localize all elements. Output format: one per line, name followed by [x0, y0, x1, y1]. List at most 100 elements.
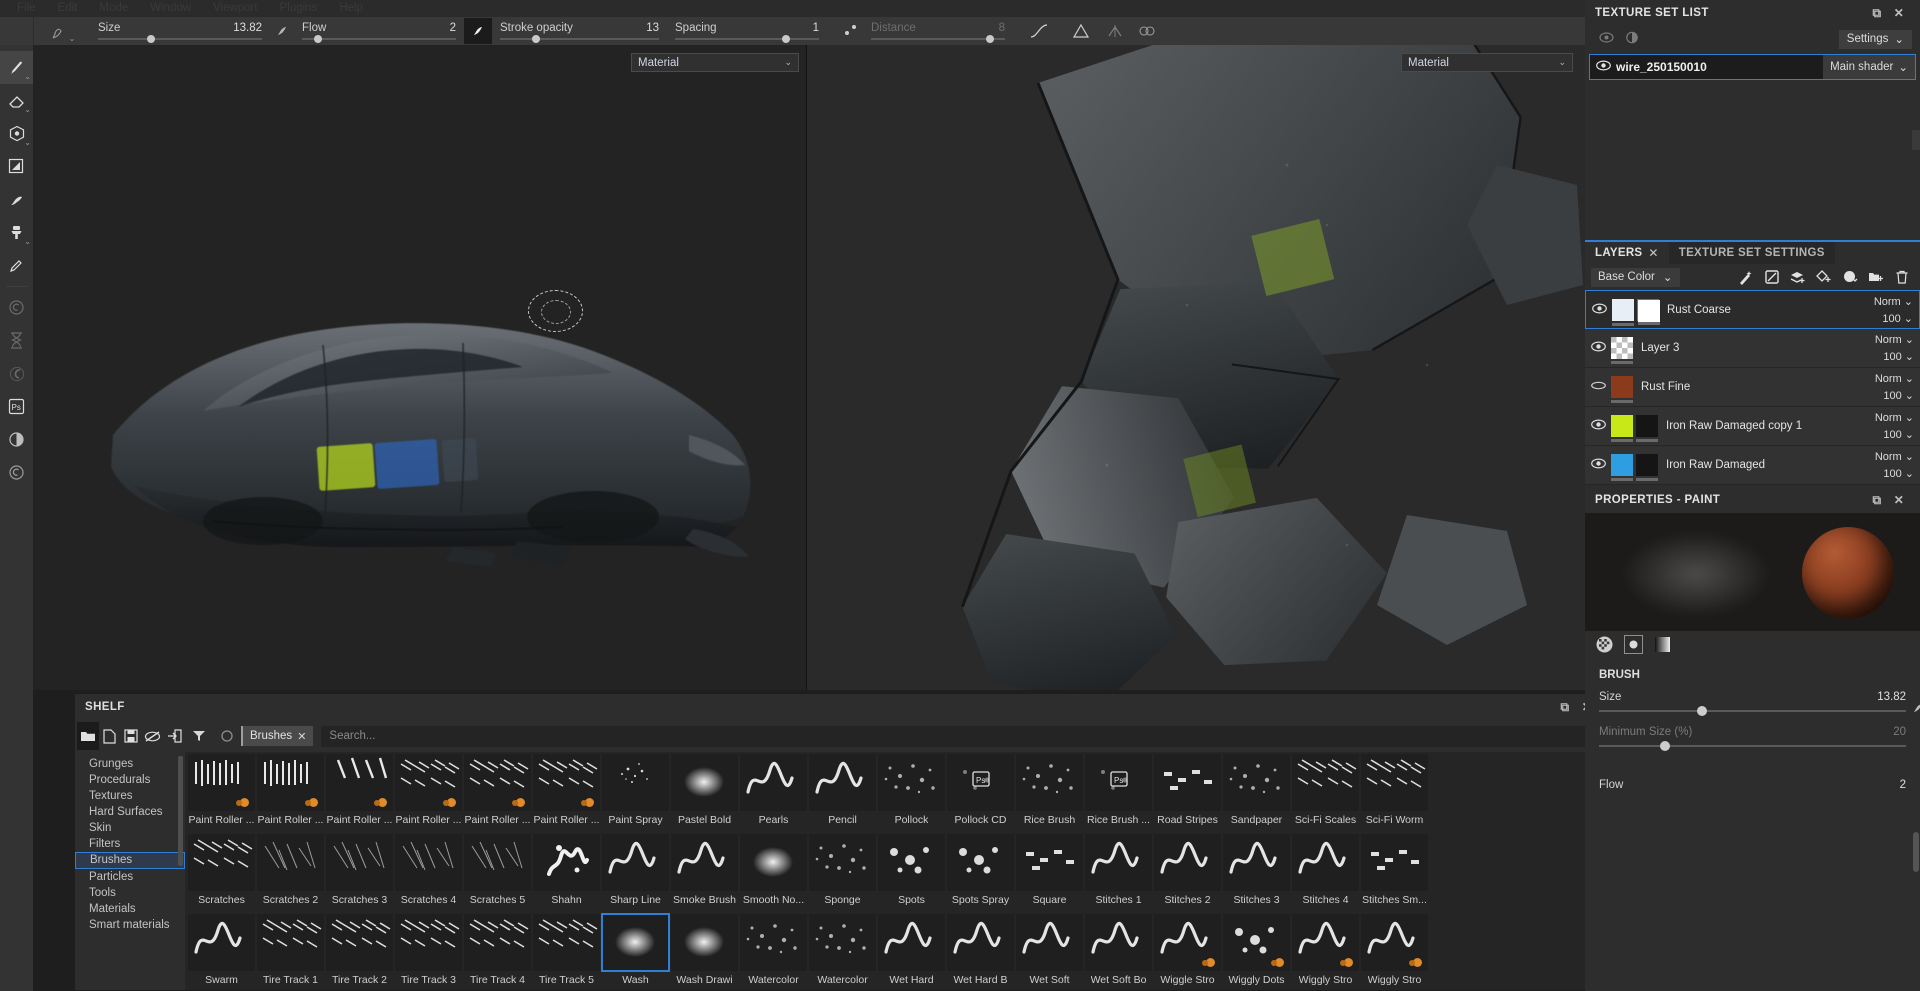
layer-row[interactable]: Rust Fine Norm ⌄ 100 ⌄: [1585, 368, 1920, 407]
brush-item[interactable]: Paint Spray: [601, 754, 670, 834]
brush-item[interactable]: Wiggle Stro: [1153, 914, 1222, 990]
brush-item[interactable]: Wash: [601, 913, 670, 990]
param-spacing[interactable]: Spacing 1: [667, 17, 827, 45]
add-folder-icon[interactable]: [1864, 266, 1888, 288]
isolate-visibility-icon[interactable]: [1593, 31, 1619, 47]
import-resource-icon[interactable]: [163, 722, 185, 750]
brush-item[interactable]: Sandpaper: [1222, 754, 1291, 834]
falloff-curve-icon[interactable]: [1027, 17, 1051, 45]
brush-item[interactable]: Pencil: [808, 754, 877, 834]
brush-item[interactable]: Sci-Fi Worm: [1360, 754, 1429, 834]
brush-item[interactable]: Tire Track 3: [394, 914, 463, 990]
hide-resource-icon[interactable]: [142, 722, 164, 750]
symmetry-icon[interactable]: [1103, 17, 1127, 45]
undock-icon[interactable]: ⧉: [1866, 493, 1888, 508]
texture-set-row[interactable]: wire_250150010 Main shader ⌄: [1589, 54, 1916, 80]
visibility-eye-icon[interactable]: [1591, 380, 1611, 394]
menu-item-mode[interactable]: Mode: [88, 0, 139, 17]
layer-row[interactable]: Iron Raw Damaged Norm ⌄ 100 ⌄: [1585, 446, 1920, 485]
brush-item[interactable]: Wiggly Stro: [1360, 914, 1429, 990]
visibility-eye-icon[interactable]: [1591, 341, 1611, 355]
brush-item[interactable]: Swarm: [187, 914, 256, 990]
toggle-visibility-icon[interactable]: [1619, 31, 1645, 47]
spacing-dots-icon[interactable]: [839, 17, 863, 45]
brush-item[interactable]: Stitches Sm...: [1360, 834, 1429, 914]
viewport-2d-channel-dropdown[interactable]: Material ⌄: [1401, 53, 1573, 72]
visibility-eye-icon[interactable]: [1592, 302, 1612, 317]
layer-row[interactable]: Rust Coarse Norm ⌄ 100 ⌄: [1585, 290, 1920, 329]
brush-item[interactable]: Pastel Bold: [670, 754, 739, 834]
shelf-category-particles[interactable]: Particles: [75, 869, 185, 885]
shelf-category-procedurals[interactable]: Procedurals: [75, 772, 185, 788]
layer-opacity[interactable]: 100 ⌄: [1864, 428, 1914, 441]
brush-item[interactable]: Scratches: [187, 834, 256, 914]
menu-item-plugins[interactable]: Plugins: [269, 0, 329, 17]
brush-item[interactable]: Scratches 3: [325, 834, 394, 914]
layer-mask-thumbnail[interactable]: [1636, 415, 1658, 442]
shelf-category-smart-materials[interactable]: Smart materials: [75, 917, 185, 933]
brush-item[interactable]: Spots Spray: [946, 834, 1015, 914]
delete-layer-icon[interactable]: [1890, 266, 1914, 288]
brush-item[interactable]: Road Stripes: [1153, 754, 1222, 834]
brush-item[interactable]: Wash Drawi: [670, 914, 739, 990]
viewport-2d-uv[interactable]: Material ⌄: [807, 45, 1585, 690]
brush-item[interactable]: Rice Brush: [1015, 754, 1084, 834]
brush-item[interactable]: Tire Track 2: [325, 914, 394, 990]
param-spacing-slider[interactable]: [675, 35, 819, 43]
layer-blend-mode[interactable]: Norm ⌄: [1864, 372, 1914, 385]
brush-item[interactable]: Pearls: [739, 754, 808, 834]
shelf-category-skin[interactable]: Skin: [75, 820, 185, 836]
smudge-tool[interactable]: [0, 183, 33, 216]
layer-content-thumbnail[interactable]: [1611, 337, 1633, 364]
add-smart-material-icon[interactable]: [1838, 266, 1862, 288]
tab-layers[interactable]: LAYERS ✕: [1585, 242, 1669, 264]
prop-flow[interactable]: Flow 2: [1599, 779, 1906, 791]
shelf-category-hard-surfaces[interactable]: Hard Surfaces: [75, 804, 185, 820]
layer-content-thumbnail[interactable]: [1611, 454, 1633, 481]
add-paint-layer-icon[interactable]: [1812, 266, 1836, 288]
param-flow[interactable]: Flow 2: [294, 17, 464, 45]
brush-item[interactable]: Sci-Fi Scales: [1291, 754, 1360, 834]
layer-opacity[interactable]: 100 ⌄: [1863, 312, 1913, 325]
param-stroke-opacity[interactable]: Stroke opacity 13: [492, 17, 667, 45]
eraser-tool[interactable]: ⌄: [0, 84, 33, 117]
sphere-preview-icon[interactable]: [1624, 634, 1643, 654]
brush-item[interactable]: Scratches 5: [463, 834, 532, 914]
menu-item-window[interactable]: Window: [139, 0, 202, 17]
param-size-slider[interactable]: [98, 35, 262, 43]
alignment-triangle-icon[interactable]: [1069, 17, 1093, 45]
brush-item[interactable]: Tire Track 1: [256, 914, 325, 990]
brush-item[interactable]: Stitches 1: [1084, 834, 1153, 914]
open-folder-icon[interactable]: [77, 722, 99, 750]
viewport-3d-channel-dropdown[interactable]: Material ⌄: [631, 53, 799, 72]
shelf-category-textures[interactable]: Textures: [75, 788, 185, 804]
layer-mask-thumbnail[interactable]: [1637, 298, 1660, 325]
layer-blend-mode[interactable]: Norm ⌄: [1864, 333, 1914, 346]
brush-item[interactable]: Tire Track 5: [532, 914, 601, 990]
layer-content-thumbnail[interactable]: [1611, 376, 1633, 403]
brush-item[interactable]: Watercolor: [808, 914, 877, 990]
checker-preview-icon[interactable]: [1595, 635, 1614, 654]
layer-blend-mode[interactable]: Norm ⌄: [1863, 295, 1913, 308]
prop-size-slider[interactable]: [1599, 704, 1920, 716]
add-effect-icon[interactable]: [1734, 266, 1758, 288]
active-filter-chip[interactable]: Brushes ✕: [241, 726, 314, 746]
close-icon[interactable]: ✕: [1888, 6, 1910, 20]
brush-item[interactable]: Shahn: [532, 834, 601, 914]
brush-item[interactable]: Watercolor: [739, 914, 808, 990]
brush-item[interactable]: Ps Pollock CD: [946, 754, 1015, 834]
brush-item[interactable]: Square: [1015, 834, 1084, 914]
brush-item[interactable]: Stitches 2: [1153, 834, 1222, 914]
filter-funnel-icon[interactable]: [185, 722, 213, 750]
brush-item[interactable]: Paint Roller ...: [532, 754, 601, 834]
add-mask-icon[interactable]: [1760, 266, 1784, 288]
brush-item[interactable]: Tire Track 4: [463, 914, 532, 990]
menu-item-file[interactable]: File: [6, 0, 47, 17]
layer-opacity[interactable]: 100 ⌄: [1864, 467, 1914, 480]
photoshop-link-icon[interactable]: Ps: [0, 390, 33, 423]
brush-item[interactable]: Ps Rice Brush ...: [1084, 754, 1153, 834]
size-pen-pressure-icon[interactable]: [1912, 702, 1920, 717]
save-resource-icon[interactable]: [120, 722, 142, 750]
shelf-category-grunges[interactable]: Grunges: [75, 756, 185, 772]
visibility-eye-icon[interactable]: [1591, 458, 1611, 472]
